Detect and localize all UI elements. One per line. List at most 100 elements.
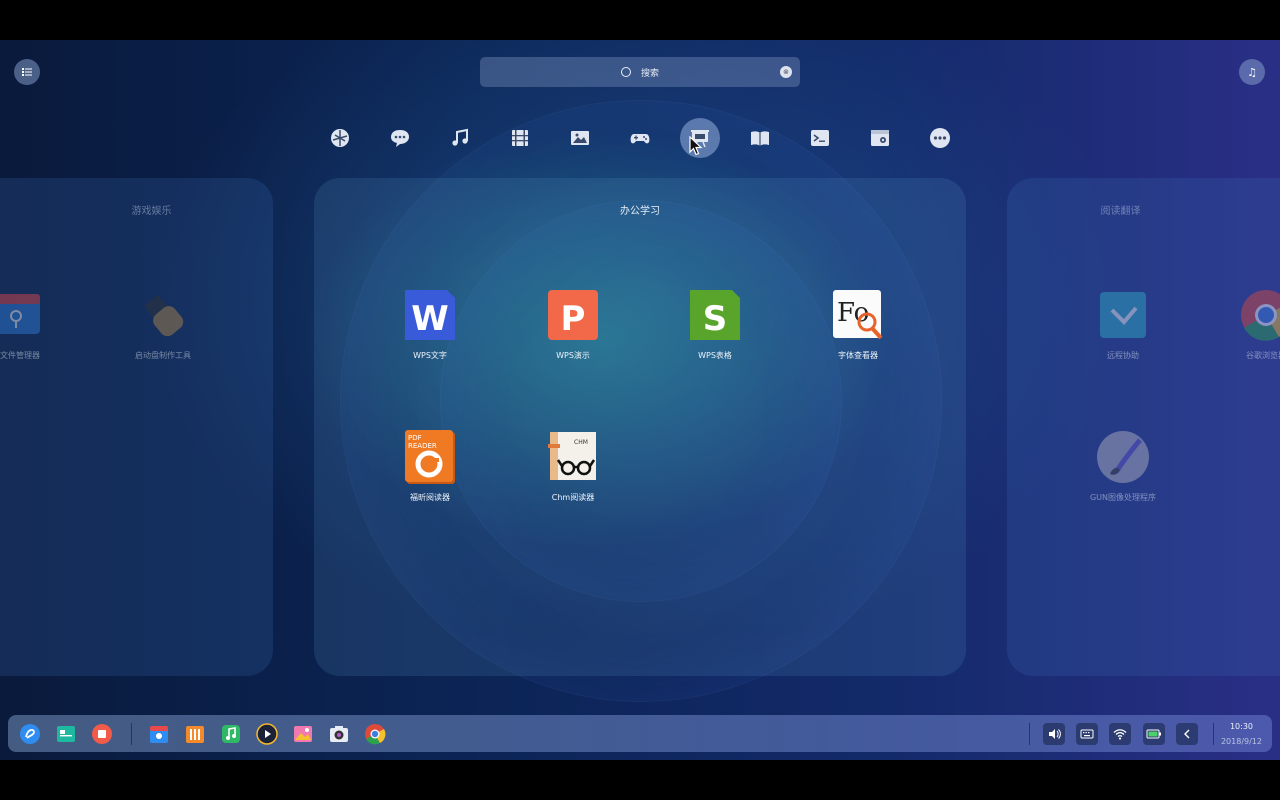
- more-icon: [930, 128, 950, 148]
- svg-text:CHM: CHM: [574, 439, 588, 446]
- app-label: Chm阅读器: [551, 493, 595, 502]
- list-icon: [22, 68, 32, 76]
- dock-chrome[interactable]: [363, 722, 387, 746]
- dock-camera[interactable]: [327, 722, 351, 746]
- chrome-icon: [365, 724, 386, 745]
- gimp-icon: [1096, 430, 1150, 484]
- category-system[interactable]: [860, 118, 900, 158]
- music-icon: [452, 128, 468, 146]
- svg-text:S: S: [703, 299, 728, 339]
- search-box[interactable]: 搜索 ⊗: [480, 57, 800, 87]
- app-label: WPS文字: [413, 351, 447, 360]
- category-reading[interactable]: [740, 118, 780, 158]
- clear-search-button[interactable]: ⊗: [780, 66, 792, 78]
- dock-file-manager[interactable]: [183, 722, 207, 746]
- svg-text:P: P: [561, 299, 586, 339]
- battery-icon: [1146, 729, 1161, 739]
- chrome-icon: [1239, 288, 1280, 342]
- category-panel-reading: 阅读翻译 远程协助 谷歌浏览器 GUN图像处理程序: [1007, 178, 1280, 676]
- dock-separator: [1213, 723, 1214, 745]
- clock-date: 2018/9/12: [1220, 737, 1262, 746]
- app-wps-spreadsheet[interactable]: S WPS表格: [665, 288, 765, 361]
- dock: 10:30 2018/9/12: [8, 715, 1272, 752]
- app-label: 度文件管理器: [0, 351, 40, 360]
- wifi-icon: [1113, 729, 1127, 740]
- app-google-chrome[interactable]: 谷歌浏览器: [1216, 288, 1280, 361]
- font-viewer-icon: Fo: [831, 288, 885, 342]
- category-chat[interactable]: [380, 118, 420, 158]
- app-wps-presentation[interactable]: P WPS演示: [523, 288, 623, 361]
- category-music[interactable]: [440, 118, 480, 158]
- file-manager-icon: [186, 726, 204, 743]
- tray-wifi[interactable]: [1109, 723, 1131, 745]
- category-games[interactable]: [620, 118, 660, 158]
- search-icon: [620, 67, 631, 77]
- image-viewer-icon: [294, 726, 312, 742]
- shutdown-icon: [92, 724, 112, 744]
- toggle-mode-button[interactable]: [14, 59, 40, 85]
- panel-title: 办公学习: [620, 206, 660, 217]
- category-video[interactable]: [500, 118, 540, 158]
- svg-text:W: W: [411, 299, 449, 339]
- app-label: WPS表格: [698, 351, 732, 360]
- app-font-viewer[interactable]: Fo 字体查看器: [808, 288, 908, 361]
- system-icon: [871, 130, 889, 146]
- mouse-cursor-icon: [689, 136, 703, 156]
- gamepad-icon: [630, 134, 650, 144]
- video-icon: [512, 130, 528, 146]
- chat-icon: [391, 130, 409, 147]
- app-remote-assist[interactable]: 远程协助: [1073, 288, 1173, 361]
- tray-battery[interactable]: [1143, 723, 1165, 745]
- camera-icon: [330, 726, 348, 742]
- category-bar: [320, 118, 960, 158]
- usb-drive-icon: [136, 288, 190, 342]
- wps-writer-icon: W: [403, 288, 457, 342]
- launcher-icon: [20, 724, 40, 744]
- volume-icon: [1049, 729, 1061, 739]
- dock-separator: [131, 723, 132, 745]
- svg-text:PDF: PDF: [408, 434, 422, 442]
- dock-launcher[interactable]: [18, 722, 42, 746]
- dock-app-store[interactable]: [147, 722, 171, 746]
- collapse-icon: [1184, 729, 1190, 739]
- app-foxit-reader[interactable]: PDF READER 福昕阅读器: [380, 430, 480, 503]
- remote-assist-icon: [1096, 288, 1150, 342]
- app-label: 谷歌浏览器: [1246, 351, 1280, 360]
- app-store-icon: [150, 726, 168, 743]
- internet-icon: [331, 129, 349, 147]
- category-image[interactable]: [560, 118, 600, 158]
- tray-keyboard[interactable]: [1076, 723, 1098, 745]
- dock-multitasking[interactable]: [54, 722, 78, 746]
- clock[interactable]: 10:30 2018/9/12: [1221, 719, 1262, 749]
- svg-text:READER: READER: [408, 442, 437, 450]
- dock-image-viewer[interactable]: [291, 722, 315, 746]
- fullscreen-toggle-button[interactable]: ♫: [1239, 59, 1265, 85]
- dock-separator: [1029, 723, 1030, 745]
- foxit-reader-icon: PDF READER: [403, 430, 457, 484]
- terminal-icon: [811, 130, 829, 146]
- app-chm-reader[interactable]: CHM Chm阅读器: [523, 430, 623, 503]
- app-label: 字体查看器: [838, 351, 878, 360]
- app-file-manager[interactable]: 度文件管理器: [0, 288, 66, 361]
- app-boot-maker[interactable]: 启动盘制作工具: [113, 288, 213, 361]
- category-internet[interactable]: [320, 118, 360, 158]
- category-panel-games: 游戏娱乐 度文件管理器 启动盘制作工具: [0, 178, 273, 676]
- clock-time: 10:30: [1229, 722, 1254, 731]
- search-placeholder: 搜索: [640, 68, 659, 79]
- music-player-icon: [222, 725, 240, 743]
- launcher-screen: 搜索 ⊗ ♫ 游戏娱乐 文件管理器 启动盘制作工具 办公学习 W WPS文字 P…: [0, 40, 1280, 760]
- file-manager-icon: [0, 288, 43, 342]
- panel-title: 游戏娱乐: [131, 206, 172, 217]
- tray-volume[interactable]: [1043, 723, 1065, 745]
- dock-music-player[interactable]: [219, 722, 243, 746]
- multitasking-icon: [57, 726, 75, 742]
- app-wps-writer[interactable]: W WPS文字: [380, 288, 480, 361]
- dock-shutdown[interactable]: [90, 722, 114, 746]
- app-gimp[interactable]: GUN图像处理程序: [1073, 430, 1173, 503]
- image-icon: [571, 131, 589, 145]
- reading-icon: [751, 131, 769, 146]
- dock-video-player[interactable]: [255, 722, 279, 746]
- category-others[interactable]: [920, 118, 960, 158]
- tray-collapse[interactable]: [1176, 723, 1198, 745]
- category-development[interactable]: [800, 118, 840, 158]
